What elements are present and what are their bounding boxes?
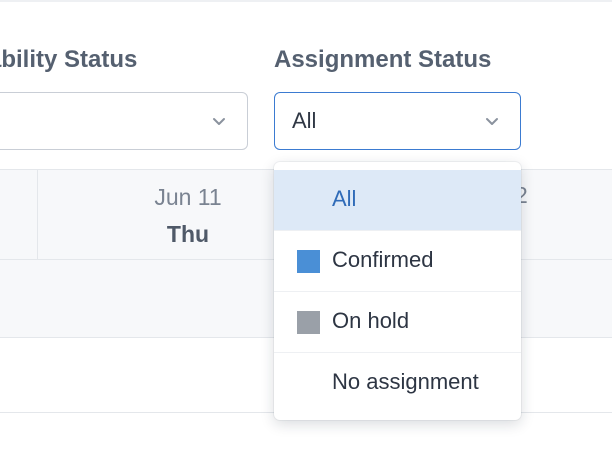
option-confirmed[interactable]: Confirmed <box>274 231 521 292</box>
on-hold-swatch-icon <box>297 311 320 334</box>
chevron-down-icon <box>486 118 498 125</box>
option-all[interactable]: All <box>274 170 521 231</box>
option-label: On hold <box>332 308 410 333</box>
option-label: All <box>332 186 357 211</box>
option-on-hold[interactable]: On hold <box>274 292 521 353</box>
availability-status-label: ability Status <box>0 46 138 73</box>
top-divider <box>0 0 612 2</box>
option-label: No assignment <box>332 369 479 394</box>
schedule-filter-view: ability Status Assignment Status All Jun… <box>0 0 612 468</box>
assignment-status-value: All <box>292 108 317 133</box>
assignment-status-label: Assignment Status <box>274 46 492 73</box>
confirmed-swatch-icon <box>297 250 320 273</box>
option-no-assignment[interactable]: No assignment <box>274 353 521 414</box>
option-label: Confirmed <box>332 247 434 272</box>
availability-status-select[interactable] <box>0 92 248 150</box>
assignment-status-select[interactable]: All <box>274 92 521 150</box>
chevron-down-icon <box>213 118 225 125</box>
assignment-status-dropdown-menu: All Confirmed On hold No assignment <box>274 162 521 420</box>
